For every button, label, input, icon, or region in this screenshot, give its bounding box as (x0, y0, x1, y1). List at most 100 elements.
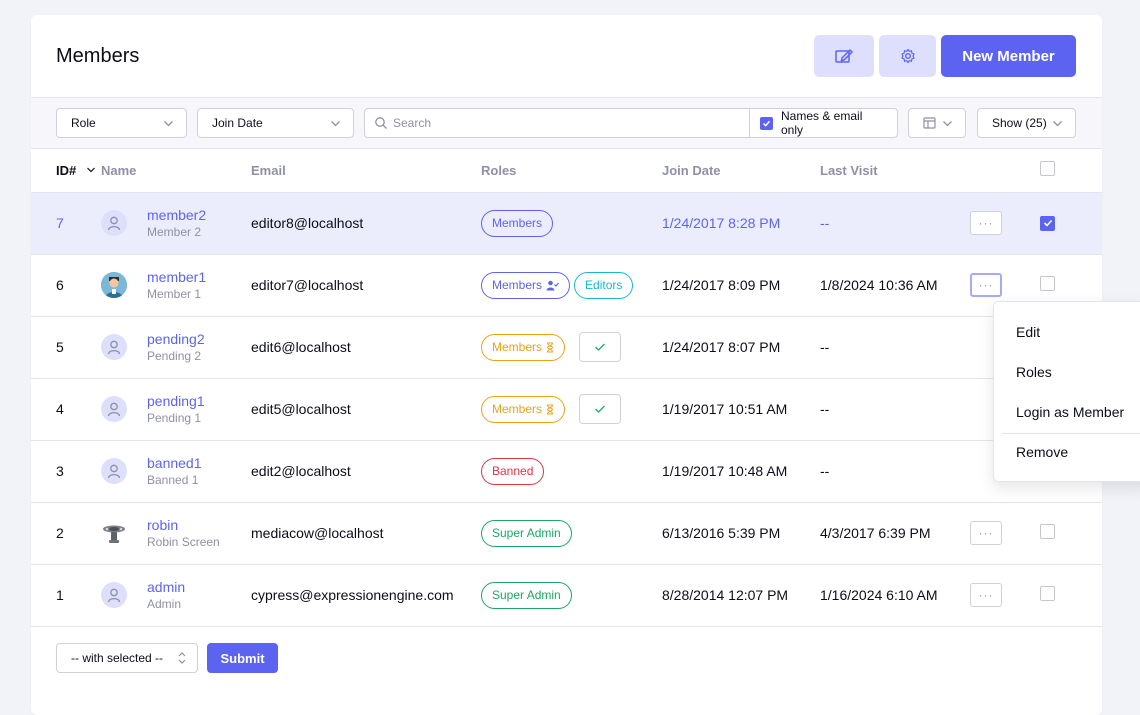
row-checkbox[interactable] (1040, 276, 1055, 291)
member-email: editor8@localhost (251, 192, 481, 255)
role-badge-label: Members (492, 278, 543, 292)
row-actions-button[interactable]: ··· (970, 273, 1002, 297)
chevron-down-icon (331, 121, 340, 127)
check-icon (1043, 219, 1052, 227)
table-row[interactable]: 1 admin Admin cypress@expressionengine.co… (31, 564, 1102, 627)
member-screen-name: Member 2 (147, 225, 202, 239)
menu-item-roles[interactable]: Roles (1016, 364, 1052, 380)
member-id: 3 (31, 440, 101, 503)
edit-header-button[interactable] (814, 35, 874, 77)
member-id: 1 (31, 564, 101, 627)
menu-divider (1002, 433, 1140, 434)
robot-photo-icon (103, 525, 125, 543)
filter-bar: Role Join Date Search Names & email only… (31, 97, 1102, 149)
table-row[interactable]: 4 pending1 Pending 1 edit5@localhost Memb… (31, 378, 1102, 441)
row-checkbox[interactable] (1040, 215, 1055, 231)
table-row[interactable]: 5 pending2 Pending 2 edit6@localhost Memb… (31, 316, 1102, 379)
show-count-label: Show (25) (992, 116, 1047, 130)
chevron-down-icon (943, 121, 952, 127)
role-filter[interactable]: Role (56, 108, 187, 138)
member-username[interactable]: member1 (147, 268, 206, 286)
row-checkbox[interactable] (1040, 524, 1055, 539)
search-icon (375, 117, 387, 129)
name-column-header[interactable]: Name (101, 149, 251, 193)
join-date-filter[interactable]: Join Date (197, 108, 354, 138)
user-icon (107, 216, 121, 231)
members-panel: Members New Member Role Join Date Search… (31, 15, 1102, 715)
gear-icon (900, 48, 915, 64)
with-selected-select[interactable]: -- with selected -- (56, 643, 198, 673)
chevron-updown-icon (178, 652, 186, 664)
avatar (101, 520, 127, 546)
row-actions-button[interactable]: ··· (970, 521, 1002, 545)
names-email-only-toggle[interactable]: Names & email only (749, 108, 898, 138)
last-visit-column-header[interactable]: Last Visit (820, 149, 970, 193)
member-email: mediacow@localhost (251, 502, 481, 565)
chevron-down-icon (164, 121, 173, 127)
hourglass-icon (547, 404, 554, 414)
hourglass-icon (547, 342, 554, 352)
member-username[interactable]: pending2 (147, 330, 205, 348)
names-email-checkbox[interactable] (760, 116, 773, 130)
new-member-button[interactable]: New Member (941, 35, 1076, 77)
table-row[interactable]: 7 member2 Member 2 editor8@localhost Memb… (31, 192, 1102, 255)
table-row[interactable]: 6 member1 Member 1 editor7@localhost Memb… (31, 254, 1102, 317)
join-date-column-header[interactable]: Join Date (662, 149, 820, 193)
search-input[interactable]: Search (364, 108, 750, 138)
settings-header-button[interactable] (879, 35, 936, 77)
columns-toggle[interactable] (908, 108, 966, 138)
page-title: Members (56, 45, 140, 67)
show-count-filter[interactable]: Show (25) (977, 108, 1076, 138)
check-icon (762, 120, 771, 127)
member-id: 6 (31, 254, 101, 317)
role-badge-label: Members (492, 402, 543, 416)
avatar (101, 396, 127, 422)
table-row[interactable]: 2 robin Robin Screen mediacow@localhost S… (31, 502, 1102, 565)
member-screen-name: Pending 2 (147, 349, 202, 363)
table-row[interactable]: 3 banned1 Banned 1 edit2@localhost Banned… (31, 440, 1102, 503)
member-id: 5 (31, 316, 101, 379)
last-visit: 4/3/2017 6:39 PM (820, 502, 970, 565)
member-username[interactable]: pending1 (147, 392, 205, 410)
member-username[interactable]: admin (147, 578, 185, 596)
role-badge-label: Members (492, 340, 543, 354)
member-email: editor7@localhost (251, 254, 481, 317)
row-checkbox[interactable] (1040, 586, 1055, 601)
search-placeholder: Search (393, 116, 432, 130)
chevron-down-icon (1053, 121, 1062, 127)
member-username[interactable]: banned1 (147, 454, 202, 472)
menu-item-login-as-member[interactable]: Login as Member (1016, 404, 1124, 420)
roles-column-header[interactable]: Roles (481, 149, 662, 193)
with-selected-label: -- with selected -- (71, 651, 164, 665)
approve-button[interactable] (578, 394, 621, 424)
page-header: Members New Member (31, 15, 1102, 97)
last-visit: 1/16/2024 6:10 AM (820, 564, 970, 627)
menu-item-edit[interactable]: Edit (1016, 324, 1040, 340)
select-all-header (1040, 149, 1102, 193)
member-email: edit6@localhost (251, 316, 481, 379)
member-screen-name: Pending 1 (147, 411, 202, 425)
submit-button[interactable]: Submit (207, 643, 278, 673)
role-badge: Super Admin (481, 519, 572, 547)
select-all-checkbox[interactable] (1040, 161, 1055, 177)
join-date: 1/24/2017 8:09 PM (662, 254, 820, 317)
last-visit: 1/8/2024 10:36 AM (820, 254, 970, 317)
row-actions-button[interactable]: ··· (970, 211, 1002, 235)
user-check-icon (546, 280, 559, 290)
last-visit: -- (820, 192, 970, 255)
edit-icon (835, 48, 854, 63)
role-filter-label: Role (71, 116, 96, 130)
member-id: 7 (31, 192, 101, 255)
email-column-header[interactable]: Email (251, 149, 481, 193)
join-date: 1/19/2017 10:48 AM (662, 440, 820, 503)
member-username[interactable]: member2 (147, 206, 206, 224)
check-icon (594, 343, 605, 351)
role-badge: Editors (574, 271, 634, 299)
member-username[interactable]: robin (147, 516, 220, 534)
approve-button[interactable] (578, 332, 621, 362)
id-header-label: ID# (56, 162, 77, 178)
menu-item-remove[interactable]: Remove (1016, 444, 1068, 460)
row-actions-button[interactable]: ··· (970, 583, 1002, 607)
id-column-header[interactable]: ID# (31, 149, 101, 193)
member-email: edit5@localhost (251, 378, 481, 441)
